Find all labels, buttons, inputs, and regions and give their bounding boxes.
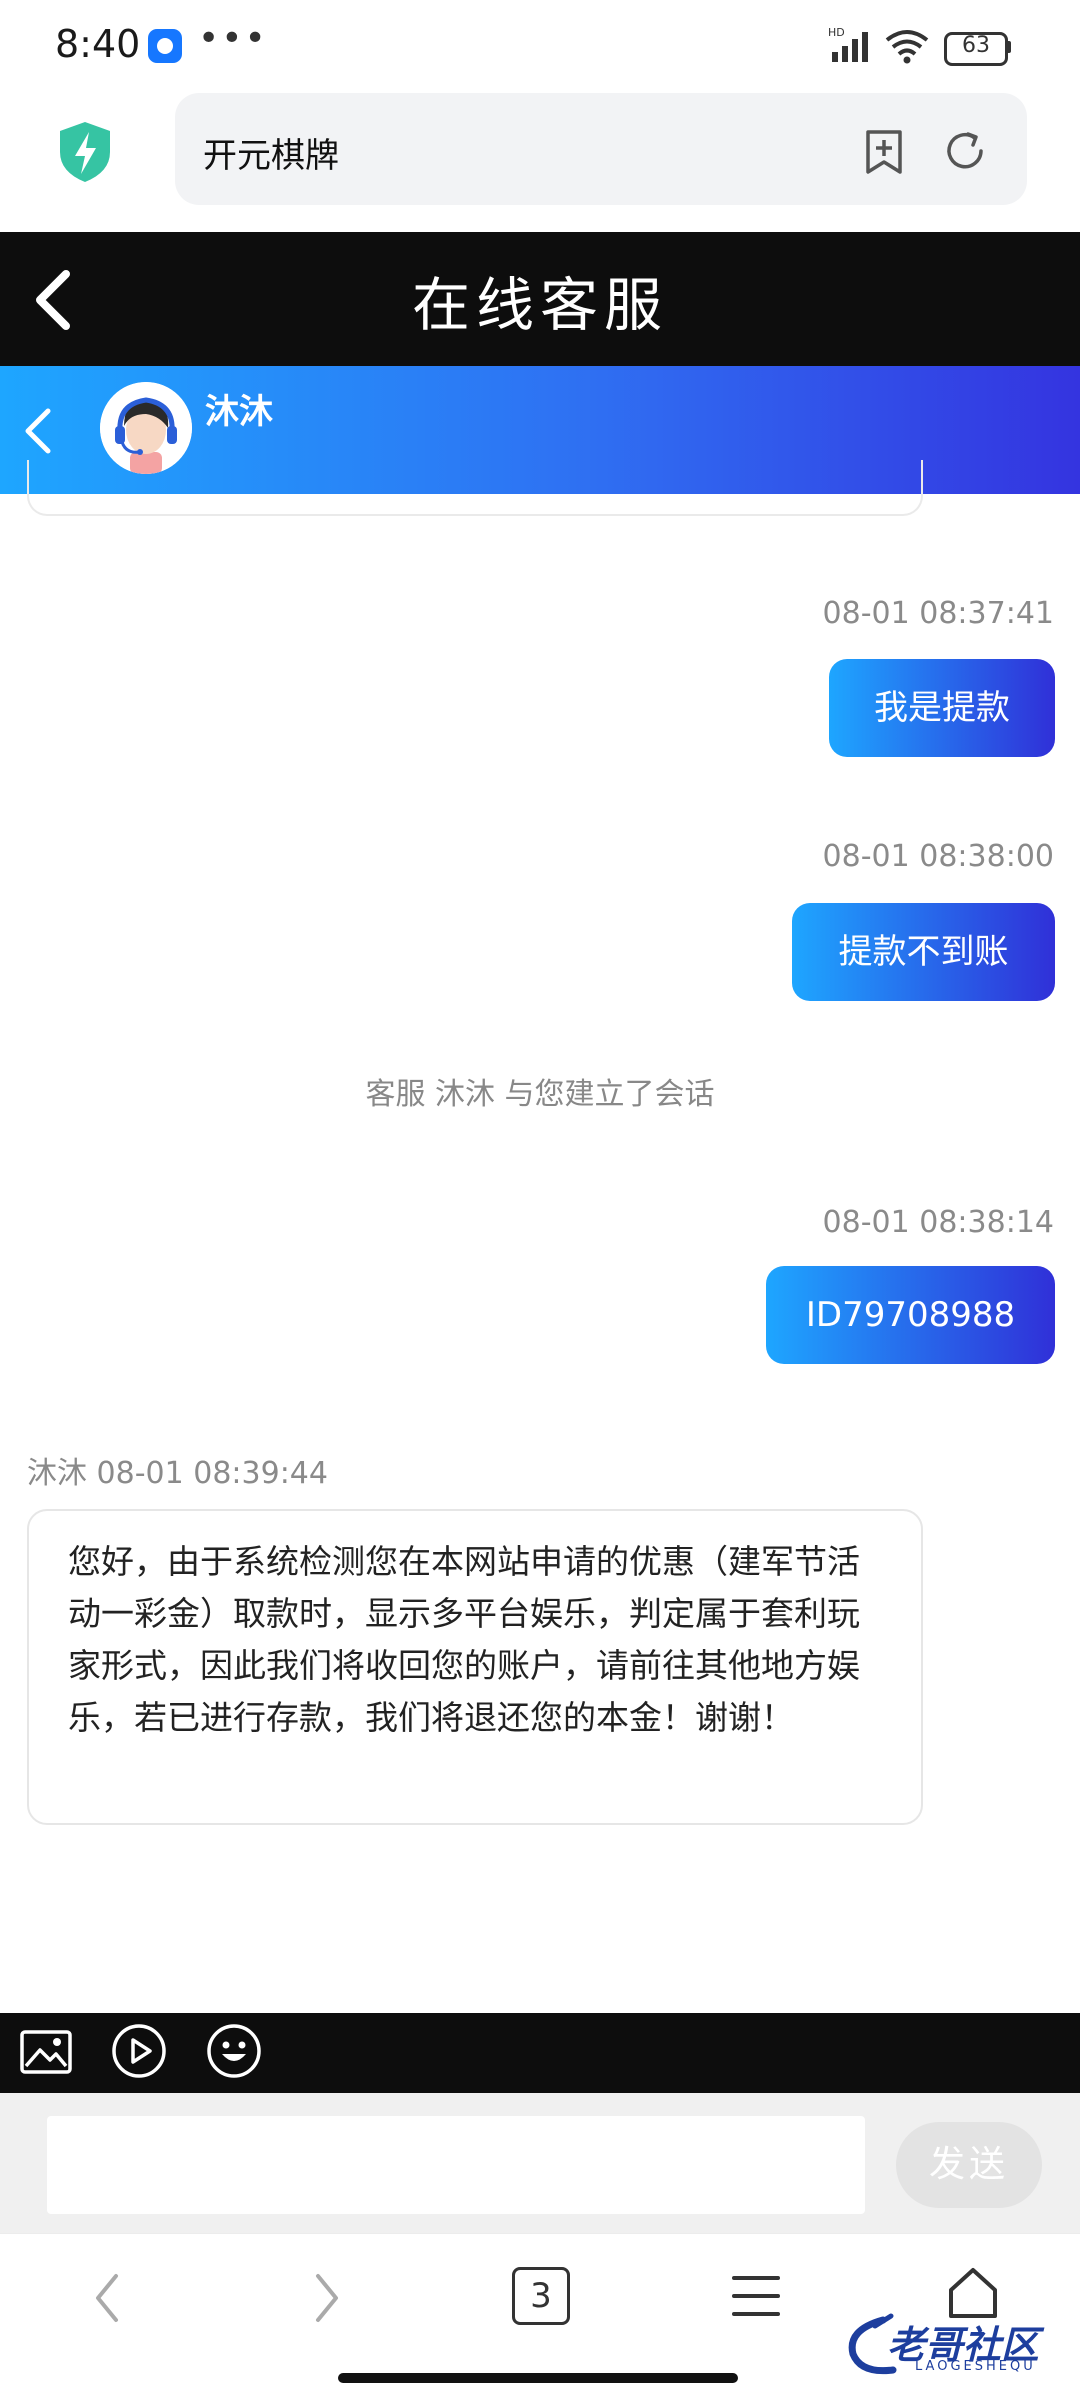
security-shield-icon[interactable] [56, 120, 114, 184]
refresh-icon[interactable] [942, 128, 988, 174]
signal-icon: HD [828, 26, 868, 62]
previous-message-bubble [27, 460, 923, 516]
network-label: HD [828, 26, 845, 39]
message-input[interactable] [47, 2116, 865, 2214]
notification-app-icon [148, 29, 182, 63]
session-system-note: 客服 沐沐 与您建立了会话 [365, 1077, 715, 1112]
watermark-subtext: LAOGESHEQU [915, 2359, 1036, 2374]
user-message-bubble: ID79708988 [766, 1266, 1055, 1364]
battery-icon: 63 [944, 32, 1008, 66]
user-message-bubble: 我是提款 [829, 659, 1055, 757]
video-play-icon[interactable] [110, 2022, 168, 2080]
home-indicator[interactable] [338, 2373, 738, 2383]
wifi-icon [885, 30, 929, 64]
menu-icon[interactable] [730, 2272, 782, 2320]
more-notifications-icon: ••• [198, 18, 268, 59]
battery-tip [1006, 41, 1011, 53]
nav-forward-icon[interactable] [308, 2270, 344, 2326]
add-bookmark-icon[interactable] [862, 128, 906, 176]
nav-back-icon[interactable] [90, 2270, 126, 2326]
send-button[interactable]: 发送 [896, 2122, 1042, 2208]
image-upload-icon[interactable] [18, 2024, 74, 2080]
agent-name: 沐沐 [205, 392, 273, 432]
agent-message-text: 您好，由于系统检测您在本网站申请的优惠（建军节活动一彩金）取款时，显示多平台娱乐… [68, 1542, 860, 1737]
chat-back-icon[interactable] [20, 405, 56, 457]
agent-message-header: 沐沐 08-01 08:39:44 [27, 1456, 328, 1491]
battery-level: 63 [962, 33, 990, 58]
emoji-icon[interactable] [205, 2022, 263, 2080]
user-message-bubble: 提款不到账 [792, 903, 1055, 1001]
message-timestamp: 08-01 08:37:41 [822, 596, 1054, 631]
address-bar-text[interactable]: 开元棋牌 [203, 128, 339, 177]
message-timestamp: 08-01 08:38:00 [822, 839, 1054, 874]
status-time: 8:40 [55, 22, 141, 66]
page-title: 在线客服 [411, 271, 668, 339]
tabs-button[interactable]: 3 [512, 2267, 570, 2325]
message-timestamp: 08-01 08:38:14 [822, 1205, 1054, 1240]
